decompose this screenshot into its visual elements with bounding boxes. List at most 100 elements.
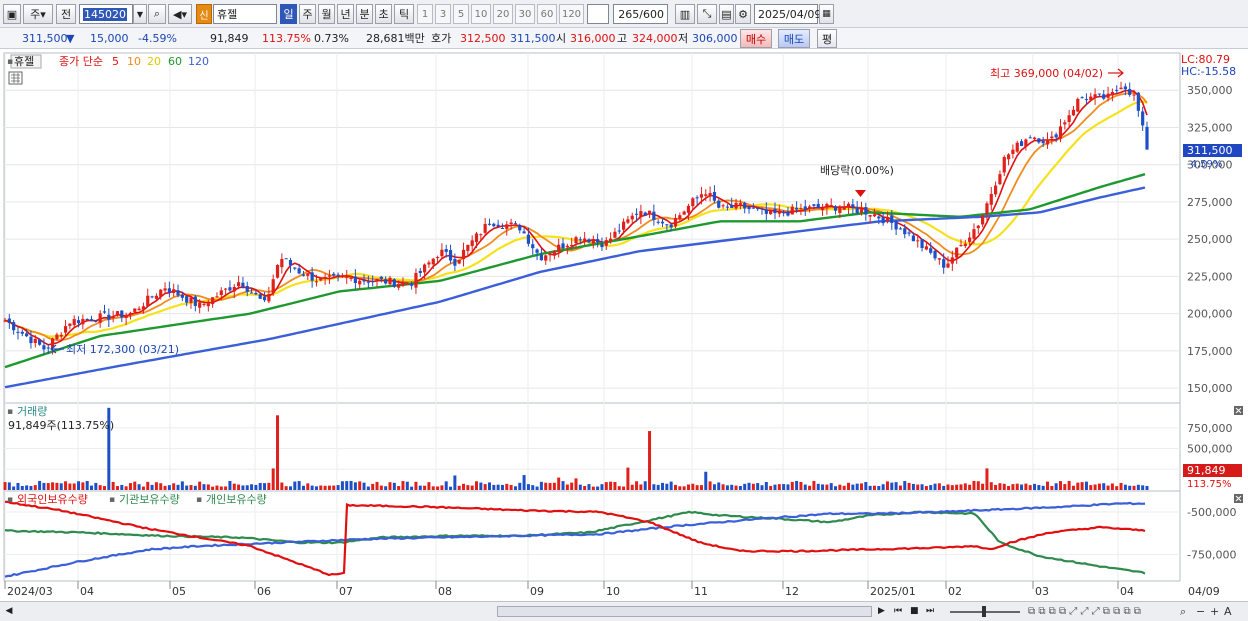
window-menu-icon[interactable]: ▣ — [3, 4, 21, 24]
volume-bar — [362, 482, 366, 490]
volume-bar — [189, 485, 193, 490]
volume-value: 91,849 — [210, 32, 249, 45]
volume-title[interactable]: 거래량 — [17, 405, 47, 418]
zoom-out-icon[interactable]: − — [1196, 604, 1205, 619]
candle-body — [228, 287, 232, 291]
candle-body — [63, 326, 68, 333]
interval-20[interactable]: 20 — [493, 4, 513, 24]
scroll-right-icon[interactable]: ▶ — [878, 604, 890, 619]
eval-button[interactable]: 평 — [817, 29, 837, 48]
zoom-slider-handle[interactable] — [982, 606, 986, 617]
foreign-legend[interactable]: 외국인보유수량 — [17, 493, 88, 506]
candle-body — [1067, 115, 1071, 123]
prev-button[interactable]: 전 — [56, 4, 76, 24]
volume-bar — [617, 486, 621, 490]
interval-30[interactable]: 30 — [515, 4, 535, 24]
period-second[interactable]: 초 — [375, 4, 392, 24]
ma5-legend[interactable]: 5 — [112, 55, 119, 68]
buy-button[interactable]: 매수 — [740, 29, 772, 48]
volume-bar — [535, 486, 539, 490]
forward-icon[interactable]: ⏭ — [926, 604, 940, 619]
interval-3[interactable]: 3 — [435, 4, 451, 24]
settings-gear-icon[interactable]: ⚙ — [735, 4, 751, 24]
candle-body — [942, 259, 946, 268]
candle-body — [219, 290, 223, 296]
candle-body — [107, 314, 111, 320]
period-month[interactable]: 월 — [318, 4, 335, 24]
code-dropdown-icon[interactable]: ▼ — [133, 4, 147, 24]
period-tick[interactable]: 틱 — [394, 4, 414, 24]
volume-bar — [462, 483, 466, 490]
calendar-icon[interactable]: ▦ — [819, 4, 834, 24]
volume-bar — [479, 482, 483, 490]
volume-bar — [1119, 482, 1123, 490]
volume-bar — [1002, 483, 1006, 490]
candle-body — [669, 224, 673, 228]
stock-chart[interactable]: ▪ 휴젤 종가 단순 5 10 20 60 120 LC:80.79 HC:-1… — [0, 49, 1248, 601]
candle-body — [405, 284, 409, 286]
high-label: 고 — [617, 32, 628, 45]
period-week[interactable]: 주 — [299, 4, 316, 24]
stock-name-field[interactable]: 휴젤 — [213, 4, 277, 24]
stop-icon[interactable]: ■ — [910, 604, 922, 619]
institution-legend[interactable]: 기관보유수량 — [119, 493, 180, 506]
candle-body — [98, 313, 102, 323]
volume-bar — [154, 482, 158, 490]
candle-body — [120, 310, 124, 318]
ma20-legend[interactable]: 20 — [147, 55, 161, 68]
market-select[interactable]: 주 ▾ — [23, 4, 53, 24]
draw-tool-icon[interactable]: ⤡ — [697, 4, 717, 24]
candle-body — [401, 282, 405, 286]
volume-bar — [894, 482, 898, 490]
save-icon[interactable]: ▤ — [719, 4, 734, 24]
scroll-left-icon[interactable]: ◀ — [2, 604, 16, 619]
date-field[interactable]: 2025/04/09 — [754, 4, 821, 24]
volume-bar — [522, 475, 526, 490]
count-field[interactable]: 265/600 — [613, 4, 668, 24]
volume-bar — [652, 484, 656, 490]
candle-body — [141, 306, 146, 310]
candle-body — [929, 248, 933, 253]
volume-bar — [414, 481, 418, 490]
volume-bar — [821, 484, 825, 490]
volume-bar — [392, 482, 396, 490]
ma10-legend[interactable]: 10 — [127, 55, 141, 68]
ma120-legend[interactable]: 120 — [188, 55, 209, 68]
code-input[interactable]: 145020 — [79, 4, 133, 24]
individual-legend[interactable]: 개인보유수량 — [206, 493, 267, 506]
rewind-icon[interactable]: ⏮ — [894, 604, 908, 619]
interval-120[interactable]: 120 — [559, 4, 584, 24]
zoom-in-icon[interactable]: + — [1210, 604, 1219, 619]
volume-bar — [7, 482, 11, 490]
scroll-bar[interactable]: ◀ ▶ ⏮ ■ ⏭ ⧉ ⧉ ⧉ ⧉ ⤢ ⤢ ⤢ ⧉ ⧉ ⧉ ⧉ ⌕ − + A — [0, 601, 1248, 621]
volume-bar — [1037, 485, 1041, 490]
scroll-thumb[interactable] — [497, 606, 872, 617]
speaker-icon[interactable]: ◀▾ — [168, 4, 192, 24]
candle-body — [159, 289, 163, 297]
candle-body — [483, 223, 487, 233]
interval-60[interactable]: 60 — [537, 4, 557, 24]
interval-10[interactable]: 10 — [471, 4, 491, 24]
price-panel-tag[interactable]: 휴젤 — [14, 55, 34, 68]
candle-body — [431, 258, 435, 265]
volume-bar — [834, 486, 838, 490]
volume-bar — [760, 485, 764, 490]
chart-type-icon[interactable]: ▥ — [675, 4, 695, 24]
period-year[interactable]: 년 — [337, 4, 354, 24]
zoom-icon[interactable]: ⌕ — [1180, 604, 1186, 619]
volume-bar — [513, 486, 517, 490]
interval-5[interactable]: 5 — [453, 4, 469, 24]
font-size-icon[interactable]: A — [1224, 604, 1232, 619]
volume-bar — [725, 485, 729, 490]
ma60-legend[interactable]: 60 — [168, 55, 182, 68]
candle-body — [1058, 126, 1063, 139]
candle-body — [518, 224, 522, 231]
interval-1[interactable]: 1 — [417, 4, 433, 24]
view-tools-icon[interactable]: ⧉ ⧉ ⧉ ⧉ ⤢ ⤢ ⤢ ⧉ ⧉ ⧉ ⧉ — [1028, 604, 1141, 619]
volume-bar — [353, 482, 357, 490]
sell-button[interactable]: 매도 — [778, 29, 810, 48]
interval-custom-input[interactable] — [587, 4, 609, 24]
period-minute[interactable]: 분 — [356, 4, 373, 24]
period-day[interactable]: 일 — [280, 4, 297, 24]
search-icon[interactable]: ⌕ — [148, 4, 166, 24]
